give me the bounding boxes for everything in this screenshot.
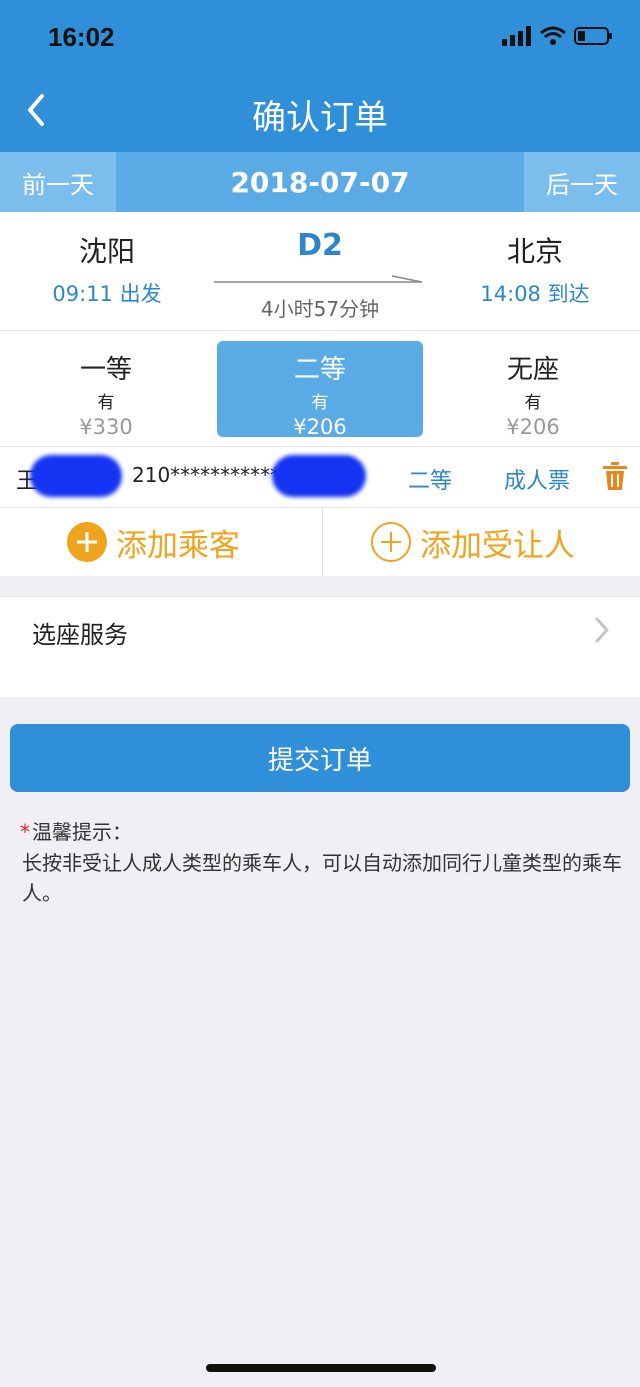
departure-time: 09:11 出发 xyxy=(52,282,162,306)
required-star: * xyxy=(20,820,30,844)
status-time: 16:02 xyxy=(48,22,115,52)
seat-name: 二等 xyxy=(293,355,346,385)
passenger-ticket-type[interactable]: 成人票 xyxy=(504,463,570,495)
seat-name: 一等 xyxy=(79,355,132,385)
trash-icon[interactable] xyxy=(602,461,628,491)
seat-option-second-class[interactable]: 二等 有 ¥206 xyxy=(217,341,423,439)
passenger-seat-class[interactable]: 二等 xyxy=(408,463,452,495)
passenger-id-number: 210*********** xyxy=(132,463,281,487)
battery-icon xyxy=(574,27,612,45)
arrival-station: 北京 14:08 到达 xyxy=(450,230,620,308)
train-summary: D2 4小时57分钟 xyxy=(214,228,426,322)
blank-row xyxy=(0,663,640,697)
add-concession-label: 添加受让人 xyxy=(420,527,575,564)
seat-name: 无座 xyxy=(506,355,559,385)
plus-circle-filled-icon xyxy=(67,522,107,562)
arrow-right-icon xyxy=(214,275,423,283)
add-passenger-label: 添加乘客 xyxy=(116,527,240,564)
status-icons xyxy=(502,26,614,46)
seat-class-selector: 一等 有 ¥330 二等 有 ¥206 无座 有 ¥206 xyxy=(0,331,640,447)
from-station-name: 沈阳 xyxy=(78,235,135,268)
passenger-row[interactable]: 王 210*********** 二等 成人票 xyxy=(0,447,640,508)
tip-body: 长按非受让人成人类型的乘车人，可以自动添加同行儿童类型的乘车人。 xyxy=(22,851,622,905)
add-concession-button[interactable]: 添加受让人 xyxy=(370,508,575,576)
next-day-button[interactable]: 后一天 xyxy=(524,152,640,212)
signal-icon xyxy=(502,26,531,46)
divider xyxy=(322,508,323,576)
seat-availability: 有 xyxy=(524,393,542,413)
seat-selection-service[interactable]: 选座服务 xyxy=(0,596,640,664)
chevron-right-icon xyxy=(595,617,609,643)
travel-duration: 4小时57分钟 xyxy=(260,297,380,321)
tip-title-text: 温馨提示： xyxy=(32,820,132,844)
home-indicator[interactable] xyxy=(206,1364,436,1372)
submit-order-button[interactable]: 提交订单 xyxy=(10,724,630,792)
seat-price: ¥206 xyxy=(293,415,347,439)
seat-option-no-seat[interactable]: 无座 有 ¥206 xyxy=(430,341,636,439)
train-info: 沈阳 09:11 出发 D2 4小时57分钟 北京 14:08 到达 xyxy=(0,212,640,331)
page-title: 确认订单 xyxy=(252,98,388,138)
seat-price: ¥206 xyxy=(506,415,560,439)
train-number: D2 xyxy=(297,228,343,263)
tip-title: * 温馨提示： xyxy=(20,816,132,845)
current-date: 2018-07-07 xyxy=(230,165,410,199)
wifi-icon xyxy=(540,26,566,45)
plus-circle-outline-icon xyxy=(371,522,411,562)
date-bar: 前一天 2018-07-07 后一天 xyxy=(0,152,640,212)
seat-service-label: 选座服务 xyxy=(32,621,128,649)
seat-price: ¥330 xyxy=(79,415,133,439)
seat-availability: 有 xyxy=(97,393,115,413)
redaction-mark xyxy=(272,455,366,497)
arrival-time: 14:08 到达 xyxy=(480,282,590,306)
add-passenger-button[interactable]: 添加乘客 xyxy=(66,508,240,576)
redaction-mark xyxy=(30,455,122,497)
seat-availability: 有 xyxy=(311,393,329,413)
prev-day-button[interactable]: 前一天 xyxy=(0,152,116,212)
add-actions: 添加乘客 添加受让人 xyxy=(0,508,640,576)
top-bar: 16:02 确认订单 xyxy=(0,0,640,152)
departure-station: 沈阳 09:11 出发 xyxy=(22,230,192,308)
to-station-name: 北京 xyxy=(506,235,563,268)
seat-option-first-class[interactable]: 一等 有 ¥330 xyxy=(3,341,209,439)
